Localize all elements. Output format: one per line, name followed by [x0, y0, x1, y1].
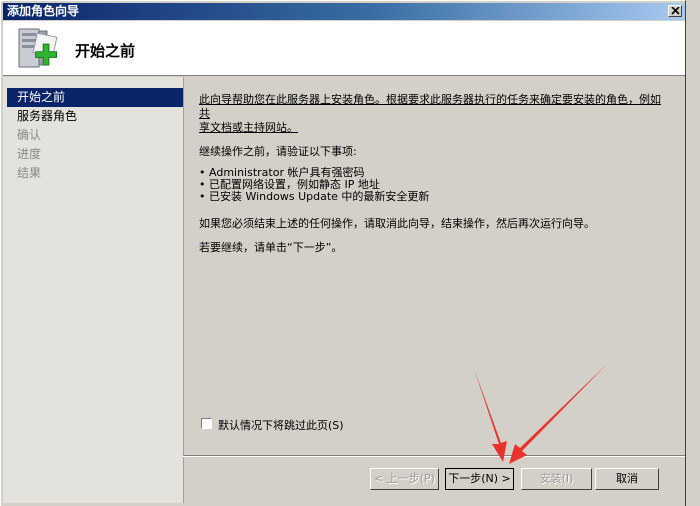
button-separator [183, 455, 685, 457]
intro-line-1: 此向导帮助您在此服务器上安装角色。根据要求此服务器执行的任务来确定要安装的角色，… [199, 93, 661, 120]
sidebar-item-server-roles[interactable]: 服务器角色 [7, 107, 183, 126]
cancel-note: 如果您必须结束上述的任何操作，请取消此向导，结束操作，然后再次运行向导。 [199, 217, 595, 230]
verify-heading: 继续操作之前，请验证以下事项: [199, 145, 357, 158]
cancel-button[interactable]: 取消 [595, 468, 659, 490]
server-add-icon [18, 28, 58, 68]
window-title: 添加角色向导 [7, 4, 80, 18]
continue-note: 若要继续，请单击“下一步”。 [199, 241, 343, 254]
sidebar-item-confirmation: 确认 [17, 128, 42, 142]
background-edge [686, 0, 700, 506]
close-icon [671, 7, 680, 15]
skip-page-label[interactable]: 默认情况下将跳过此页(S) [218, 417, 344, 433]
list-item: 已安装 Windows Update 中的最新安全更新 [199, 191, 669, 203]
sidebar-item-before-you-begin[interactable]: 开始之前 [7, 88, 183, 107]
add-roles-wizard-window: 添加角色向导 开始之前 开始之前 服务器角色 确认 进度 结果 此向导帮助您在此… [0, 0, 686, 506]
prerequisite-list: Administrator 帐户具有强密码 已配置网络设置，例如静态 IP 地址… [199, 167, 669, 203]
wizard-content: 此向导帮助您在此服务器上安装角色。根据要求此服务器执行的任务来确定要安装的角色，… [199, 93, 669, 255]
page-title: 开始之前 [75, 42, 136, 60]
wizard-header: 开始之前 [3, 21, 685, 76]
intro-text: 此向导帮助您在此服务器上安装角色。根据要求此服务器执行的任务来确定要安装的角色，… [199, 93, 669, 135]
next-button[interactable]: 下一步(N) > [445, 468, 514, 490]
title-bar[interactable]: 添加角色向导 [3, 3, 685, 20]
close-button[interactable] [668, 5, 682, 17]
skip-page-checkbox[interactable] [201, 418, 212, 429]
intro-line-2: 享文档或主持网站。 [199, 121, 298, 134]
install-button: 安装(I) [521, 468, 592, 490]
wizard-steps-sidebar: 开始之前 服务器角色 确认 进度 结果 [3, 77, 184, 503]
sidebar-item-progress: 进度 [17, 147, 42, 161]
back-button: < 上一步(P) [370, 468, 439, 490]
sidebar-item-results: 结果 [17, 166, 42, 180]
